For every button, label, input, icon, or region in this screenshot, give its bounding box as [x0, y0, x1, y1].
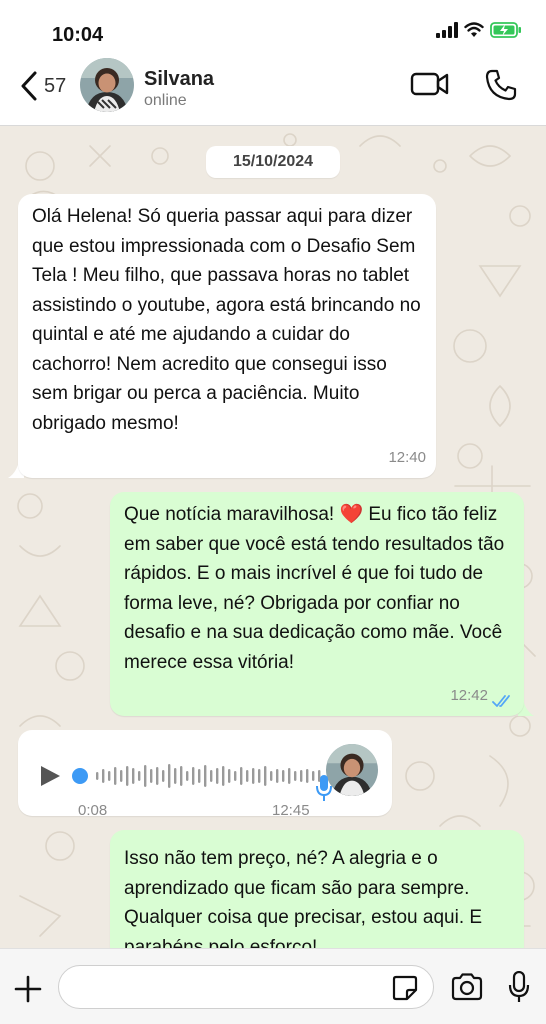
waveform-bar [312, 771, 315, 781]
waveform-bar [204, 765, 207, 787]
waveform-bar [126, 766, 129, 786]
input-bar [0, 948, 546, 1024]
waveform-bar [180, 766, 183, 786]
double-check-icon [492, 695, 510, 707]
unread-count: 57 [44, 74, 67, 97]
sticker-icon[interactable] [392, 975, 418, 1001]
message-text: Isso não tem preço, né? A alegria e o ap… [124, 848, 483, 948]
message-bubble-outgoing[interactable]: Isso não tem preço, né? A alegria e o ap… [110, 830, 524, 948]
contact-status: online [144, 92, 187, 109]
waveform-bar [222, 766, 225, 786]
waveform-bar [96, 772, 99, 780]
audio-progress-handle[interactable] [72, 768, 88, 784]
waveform-bar [150, 769, 153, 783]
waveform-bar [306, 769, 309, 783]
waveform-bar [288, 768, 291, 784]
waveform-bar [186, 771, 189, 781]
status-icons [436, 22, 522, 38]
message-bubble-incoming[interactable]: Olá Helena! Só queria passar aqui para d… [18, 194, 436, 478]
audio-waveform[interactable] [92, 758, 332, 794]
waveform-bar [144, 765, 147, 787]
waveform-bar [210, 770, 213, 782]
contact-name[interactable]: Silvana [144, 68, 214, 91]
signal-icon [436, 22, 458, 38]
status-time: 10:04 [52, 24, 104, 46]
back-chevron-icon [21, 71, 37, 101]
play-icon[interactable] [38, 764, 62, 788]
audio-duration: 0:08 [78, 802, 108, 819]
back-button[interactable]: 57 [18, 66, 66, 106]
audio-sender-avatar [326, 744, 378, 796]
waveform-bar [258, 769, 261, 783]
waveform-bar [138, 771, 141, 781]
video-call-icon[interactable] [410, 68, 450, 100]
microphone-icon[interactable] [508, 971, 530, 1003]
waveform-bar [246, 770, 249, 782]
waveform-bar [216, 768, 219, 784]
phone-icon[interactable] [484, 68, 518, 102]
waveform-bar [198, 769, 201, 783]
wifi-icon [464, 22, 484, 37]
waveform-bar [174, 768, 177, 784]
chat-header: 57 Silvana online [0, 56, 546, 126]
battery-charging-icon [490, 22, 521, 38]
message-time: 12:40 [388, 448, 426, 466]
message-text: Olá Helena! Só queria passar aqui para d… [32, 206, 421, 434]
date-chip: 15/10/2024 [206, 146, 340, 178]
waveform-bar [300, 770, 303, 782]
message-bubble-outgoing[interactable]: Que notícia maravilhosa! ❤️ Eu fico tão … [110, 492, 524, 716]
waveform-bar [282, 770, 285, 782]
waveform-bar [192, 767, 195, 785]
waveform-bar [228, 769, 231, 783]
microphone-icon [316, 775, 332, 801]
waveform-bar [168, 764, 171, 788]
waveform-bar [156, 767, 159, 785]
waveform-bar [162, 770, 165, 782]
message-time: 12:45 [272, 802, 310, 819]
waveform-bar [234, 771, 237, 781]
waveform-bar [102, 769, 105, 783]
audio-message-bubble[interactable]: 0:08 12:45 [18, 730, 392, 819]
waveform-bar [252, 768, 255, 784]
waveform-bar [132, 768, 135, 784]
message-time: 12:42 [450, 686, 488, 704]
waveform-bar [108, 771, 111, 781]
waveform-bar [270, 771, 273, 781]
camera-icon[interactable] [450, 973, 484, 1001]
waveform-bar [114, 767, 117, 785]
waveform-bar [276, 769, 279, 783]
message-input[interactable] [58, 965, 434, 1009]
waveform-bar [294, 771, 297, 781]
message-text: Que notícia maravilhosa! ❤️ Eu fico tão … [124, 504, 505, 673]
status-bar: 10:04 [0, 0, 546, 56]
waveform-bar [264, 766, 267, 786]
chat-area[interactable]: 15/10/2024 Olá Helena! Só queria passar … [0, 126, 546, 948]
plus-icon[interactable] [14, 975, 42, 1003]
waveform-bar [240, 767, 243, 785]
waveform-bar [120, 770, 123, 782]
contact-avatar[interactable] [80, 58, 134, 112]
